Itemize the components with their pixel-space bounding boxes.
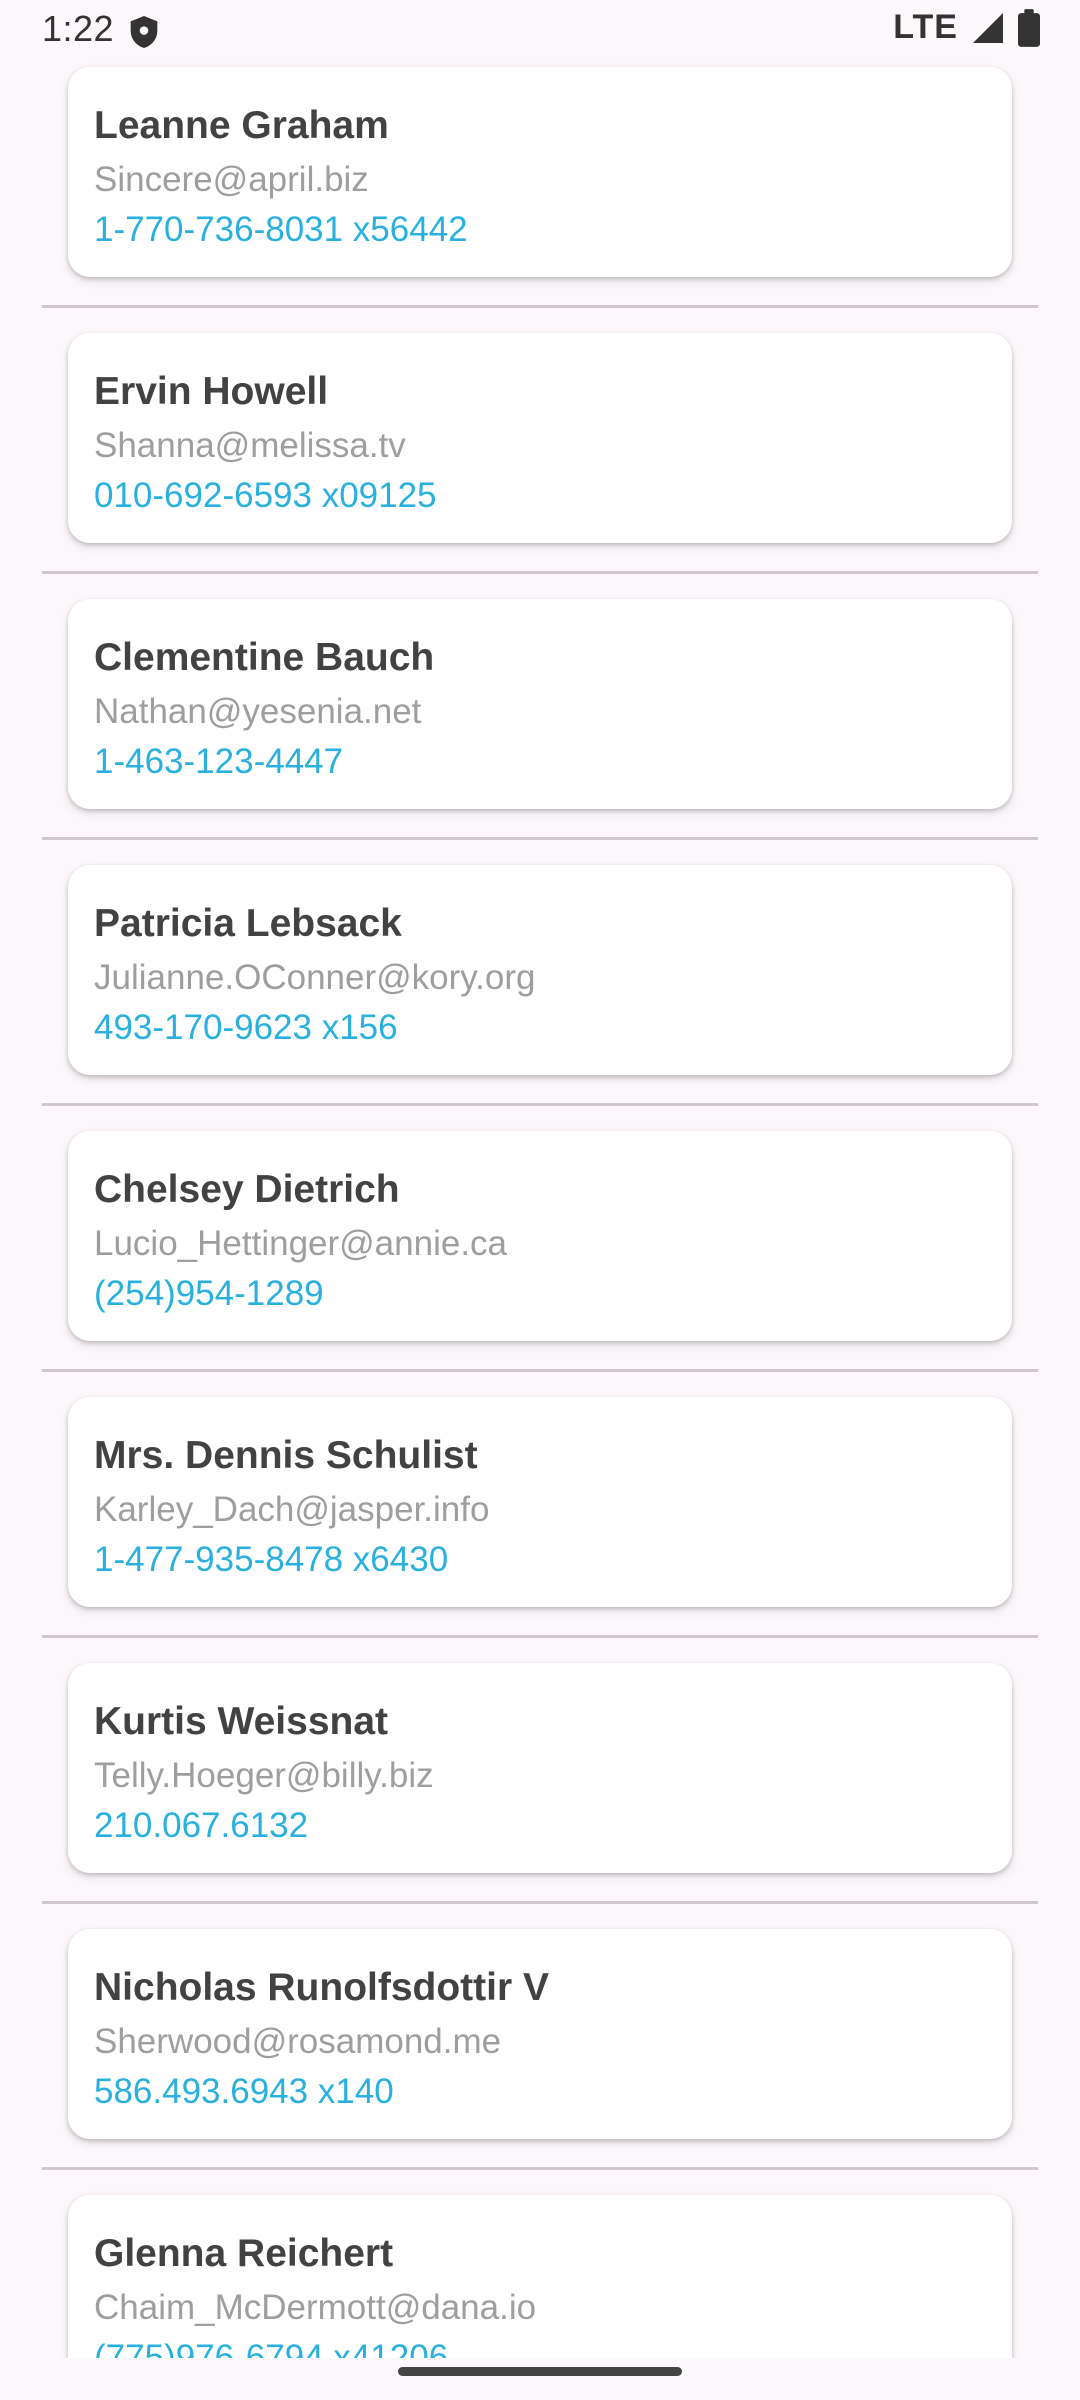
list-item: Nicholas Runolfsdottir V Sherwood@rosamo… [0,1929,1080,2195]
list-item: Kurtis Weissnat Telly.Hoeger@billy.biz 2… [0,1663,1080,1929]
user-email: Nathan@yesenia.net [94,692,422,731]
user-phone[interactable]: 586.493.6943 x140 [94,2067,986,2117]
list-divider [42,1103,1038,1106]
user-email: Sherwood@rosamond.me [94,2022,502,2061]
status-time: 1:22 [42,8,115,49]
list-divider [42,305,1038,308]
user-card[interactable]: Chelsey Dietrich Lucio_Hettinger@annie.c… [68,1131,1012,1341]
user-name: Ervin Howell [94,370,329,413]
user-name: Leanne Graham [94,104,389,147]
user-card[interactable]: Mrs. Dennis Schulist Karley_Dach@jasper.… [68,1397,1012,1607]
user-name: Chelsey Dietrich [94,1168,400,1211]
user-phone[interactable]: 210.067.6132 [94,1801,986,1851]
user-card[interactable]: Patricia Lebsack Julianne.OConner@kory.o… [68,865,1012,1075]
user-email: Sincere@april.biz [94,160,369,199]
user-phone[interactable]: (254)954-1289 [94,1269,986,1319]
user-email: Lucio_Hettinger@annie.ca [94,1224,508,1263]
user-phone[interactable]: 1-477-935-8478 x6430 [94,1535,986,1585]
list-item: Ervin Howell Shanna@melissa.tv 010-692-6… [0,333,1080,599]
user-name: Nicholas Runolfsdottir V [94,1966,550,2009]
user-phone[interactable]: 493-170-9623 x156 [94,1003,986,1053]
user-name: Clementine Bauch [94,636,435,679]
user-email: Karley_Dach@jasper.info [94,1490,490,1529]
list-divider [42,1635,1038,1638]
user-card[interactable]: Leanne Graham Sincere@april.biz 1-770-73… [68,67,1012,277]
user-phone[interactable]: 1-463-123-4447 [94,737,986,787]
status-bar: 1:22 LTE [0,0,1080,60]
user-email: Julianne.OConner@kory.org [94,958,536,997]
list-divider [42,571,1038,574]
user-card[interactable]: Nicholas Runolfsdottir V Sherwood@rosamo… [68,1929,1012,2139]
user-name: Patricia Lebsack [94,902,402,945]
user-card[interactable]: Clementine Bauch Nathan@yesenia.net 1-46… [68,599,1012,809]
list-divider [42,2167,1038,2170]
user-name: Mrs. Dennis Schulist [94,1434,478,1477]
user-card[interactable]: Ervin Howell Shanna@melissa.tv 010-692-6… [68,333,1012,543]
list-divider [42,1369,1038,1372]
status-icons: LTE [893,8,1040,47]
user-name: Kurtis Weissnat [94,1700,389,1743]
user-card[interactable]: Kurtis Weissnat Telly.Hoeger@billy.biz 2… [68,1663,1012,1873]
list-divider [42,1901,1038,1904]
shield-icon [130,16,158,48]
user-email: Telly.Hoeger@billy.biz [94,1756,434,1795]
user-list[interactable]: Leanne Graham Sincere@april.biz 1-770-73… [0,67,1080,2400]
signal-icon [973,12,1003,43]
screen: 1:22 LTE Leanne Graham Sincere@april.biz… [0,0,1080,2400]
list-item: Patricia Lebsack Julianne.OConner@kory.o… [0,865,1080,1131]
network-type: LTE [893,8,958,46]
list-item: Clementine Bauch Nathan@yesenia.net 1-46… [0,599,1080,865]
user-name: Glenna Reichert [94,2232,394,2275]
user-phone[interactable]: 010-692-6593 x09125 [94,471,986,521]
list-item: Mrs. Dennis Schulist Karley_Dach@jasper.… [0,1397,1080,1663]
navigation-bar [0,2358,1080,2400]
user-email: Chaim_McDermott@dana.io [94,2288,537,2327]
list-item: Leanne Graham Sincere@april.biz 1-770-73… [0,67,1080,333]
battery-icon [1018,8,1040,47]
gesture-handle[interactable] [398,2367,682,2376]
user-phone[interactable]: 1-770-736-8031 x56442 [94,205,986,255]
list-item: Chelsey Dietrich Lucio_Hettinger@annie.c… [0,1131,1080,1397]
list-divider [42,837,1038,840]
user-email: Shanna@melissa.tv [94,426,406,465]
